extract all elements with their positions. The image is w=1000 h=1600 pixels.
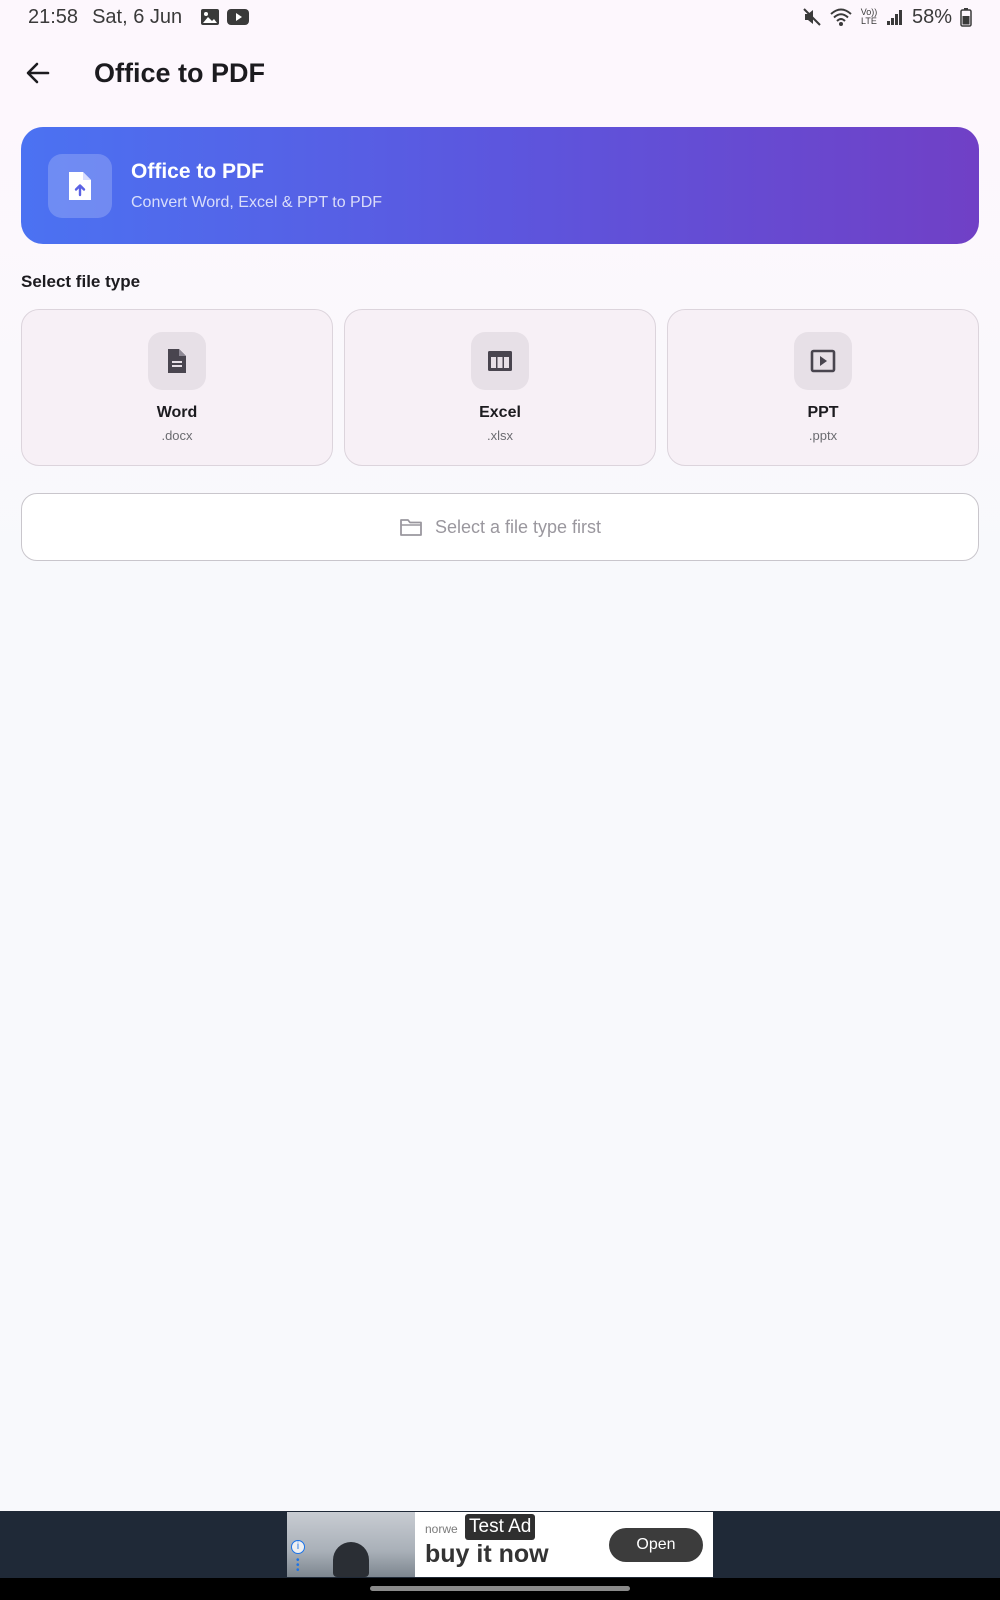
status-time: 21:58 — [28, 5, 79, 28]
ad-banner[interactable]: i • • • norwe Test Ad buy it now Open — [287, 1512, 713, 1577]
ad-person-figure — [333, 1542, 369, 1577]
ad-menu-icon[interactable]: • • • — [296, 1556, 300, 1576]
banner-subtitle: Convert Word, Excel & PPT to PDF — [131, 193, 383, 211]
select-file-label: Select a file type first — [434, 516, 602, 537]
table-icon — [488, 351, 512, 371]
file-type-ext: .xlsx — [487, 428, 513, 443]
page-title: Office to PDF — [94, 57, 266, 88]
image-icon — [201, 9, 220, 25]
wifi-icon — [830, 8, 852, 26]
file-type-ppt[interactable]: PPT .pptx — [667, 309, 979, 466]
section-label: Select file type — [21, 272, 141, 291]
file-type-word[interactable]: Word .docx — [21, 309, 333, 466]
status-bar: 21:58 Sat, 6 Jun Vo)) LTE 58% — [0, 0, 1000, 34]
slideshow-icon — [810, 349, 836, 373]
file-type-icon-box — [148, 332, 206, 390]
back-arrow-icon — [26, 62, 50, 84]
home-handle[interactable] — [370, 1586, 630, 1591]
battery-icon — [960, 8, 972, 27]
volte-label: Vo)) LTE — [860, 7, 878, 26]
file-type-name: Excel — [479, 404, 521, 421]
ad-image — [287, 1512, 415, 1577]
file-type-ext: .pptx — [808, 428, 838, 443]
file-type-name: Word — [156, 404, 198, 421]
file-type-name: PPT — [807, 404, 839, 421]
ad-headline: buy it now — [425, 1540, 549, 1568]
file-type-excel[interactable]: Excel .xlsx — [344, 309, 656, 466]
status-date: Sat, 6 Jun — [92, 5, 183, 28]
file-type-ext: .docx — [161, 428, 193, 443]
app-bar: Office to PDF — [0, 34, 1000, 112]
ad-open-button[interactable]: Open — [609, 1528, 703, 1562]
feature-banner: Office to PDF Convert Word, Excel & PPT … — [21, 127, 979, 244]
file-upload-icon — [69, 171, 91, 200]
banner-icon-box — [48, 153, 112, 218]
signal-icon — [886, 10, 902, 25]
back-button[interactable] — [10, 45, 66, 101]
folder-icon — [400, 519, 422, 536]
ad-info-icon[interactable]: i — [291, 1540, 305, 1554]
navigation-bar — [0, 1578, 1000, 1600]
battery-percent: 58% — [911, 5, 952, 28]
youtube-icon — [227, 9, 250, 25]
banner-title: Office to PDF — [131, 159, 265, 183]
file-type-icon-box — [794, 332, 852, 390]
file-type-icon-box — [471, 332, 529, 390]
ad-label: Test Ad — [465, 1514, 536, 1540]
select-file-button[interactable]: Select a file type first — [21, 493, 979, 561]
ad-advertiser: norwe — [425, 1522, 458, 1536]
document-icon — [168, 349, 186, 373]
mute-icon — [803, 8, 821, 26]
